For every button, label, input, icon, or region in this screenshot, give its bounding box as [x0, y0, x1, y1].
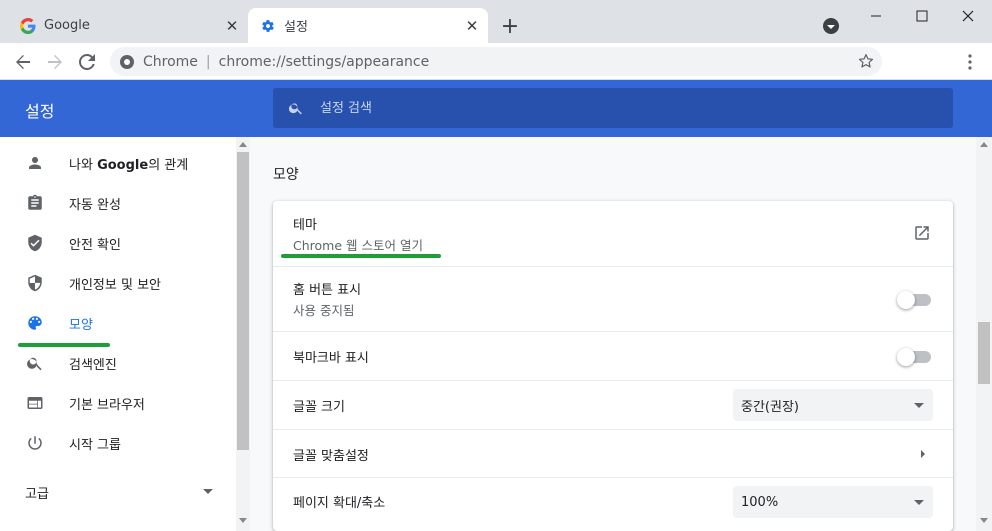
palette-icon [25, 313, 45, 333]
dropdown-arrow-icon [914, 403, 924, 408]
person-icon [25, 153, 45, 173]
page-title: 설정 [25, 102, 55, 121]
chrome-site-icon [120, 54, 134, 69]
sidebar-scrollbar[interactable] [236, 137, 250, 531]
close-tab-icon[interactable]: ✕ [222, 16, 242, 36]
customize-fonts-row[interactable]: 글꼴 맞춤설정 [273, 430, 953, 478]
sidebar-item-label: 안전 확인 [69, 237, 121, 253]
sidebar-item-label: 기본 브라우저 [69, 397, 145, 413]
scroll-up-icon[interactable] [239, 142, 247, 147]
sidebar-item-safety-check[interactable]: 안전 확인 [0, 223, 236, 263]
sidebar: 나와 Google의 관계 자동 완성 안전 확인 개인정보 및 보안 모양 검… [0, 137, 236, 531]
sidebar-item-default-browser[interactable]: 기본 브라우저 [0, 383, 236, 423]
section-title: 모양 [273, 167, 299, 183]
back-icon[interactable] [10, 49, 36, 75]
sidebar-item-privacy[interactable]: 개인정보 및 보안 [0, 263, 236, 303]
url-separator: | [205, 53, 211, 70]
tab-strip: Google ✕ 설정 ✕ + [0, 0, 992, 43]
page-zoom-label: 페이지 확대/축소 [293, 496, 386, 511]
settings-search[interactable] [273, 88, 953, 128]
reload-icon[interactable] [74, 49, 100, 75]
advanced-label: 고급 [25, 486, 49, 502]
main-scrollbar[interactable] [976, 137, 992, 531]
search-icon [286, 98, 306, 118]
shield-half-icon [25, 273, 45, 293]
sidebar-item-label: 나와 Google의 관계 [69, 157, 189, 173]
bookmarks-bar-toggle[interactable] [897, 348, 931, 366]
theme-label: 테마 [293, 218, 317, 233]
forward-icon[interactable] [42, 49, 68, 75]
url-text: chrome://settings/appearance [218, 53, 430, 70]
gear-icon [260, 18, 276, 34]
tab-title: 설정 [284, 20, 308, 35]
font-size-select[interactable]: 중간(권장) [733, 389, 933, 421]
main-content: 모양 테마 Chrome 웹 스토어 열기 홈 버튼 표시 사용 중지됨 북마크… [250, 137, 976, 531]
sidebar-item-label: 시작 그룹 [69, 437, 121, 453]
page-zoom-value: 100% [741, 494, 779, 510]
customize-fonts-label: 글꼴 맞춤설정 [293, 449, 369, 464]
sidebar-item-autofill[interactable]: 자동 완성 [0, 183, 236, 223]
shield-check-icon [25, 233, 45, 253]
sidebar-item-label: 개인정보 및 보안 [69, 277, 161, 293]
home-button-row[interactable]: 홈 버튼 표시 사용 중지됨 [273, 267, 953, 332]
scrollbar-thumb[interactable] [978, 322, 990, 384]
scrollbar-thumb[interactable] [237, 152, 249, 450]
page-zoom-select[interactable]: 100% [733, 486, 933, 518]
browser-icon [25, 393, 45, 413]
font-size-value: 중간(권장) [741, 399, 799, 415]
tab-settings[interactable]: 설정 ✕ [248, 8, 488, 43]
sidebar-item-you-and-google[interactable]: 나와 Google의 관계 [0, 143, 236, 183]
sidebar-item-label: 모양 [69, 317, 93, 333]
google-icon [20, 17, 36, 34]
home-button-label: 홈 버튼 표시 [293, 283, 362, 298]
theme-sublabel: Chrome 웹 스토어 열기 [293, 238, 423, 253]
appearance-card: 테마 Chrome 웹 스토어 열기 홈 버튼 표시 사용 중지됨 북마크바 표… [273, 201, 953, 531]
toolbar: Chrome | chrome://settings/appearance [0, 43, 992, 80]
sidebar-item-search-engine[interactable]: 검색엔진 [0, 343, 236, 383]
font-size-label: 글꼴 크기 [293, 400, 345, 415]
font-size-row: 글꼴 크기 중간(권장) [273, 381, 953, 430]
close-window-icon[interactable] [956, 4, 980, 28]
dropdown-arrow-icon [914, 500, 924, 505]
close-tab-icon[interactable]: ✕ [462, 16, 482, 36]
page-zoom-row: 페이지 확대/축소 100% [273, 478, 953, 531]
more-menu-icon[interactable] [960, 51, 980, 73]
scroll-up-icon[interactable] [980, 142, 988, 147]
tab-title: Google [44, 18, 90, 33]
scroll-down-icon[interactable] [239, 518, 247, 523]
chevron-down-icon [203, 489, 213, 494]
home-button-sublabel: 사용 중지됨 [293, 303, 355, 318]
open-in-new-icon[interactable] [913, 224, 933, 244]
scroll-down-icon[interactable] [980, 518, 988, 523]
chevron-right-icon [921, 450, 925, 458]
minimize-icon[interactable] [864, 4, 888, 28]
tab-search-icon[interactable] [823, 18, 839, 34]
sidebar-item-label: 검색엔진 [69, 357, 117, 373]
bookmarks-bar-label: 북마크바 표시 [293, 351, 369, 366]
sidebar-item-on-startup[interactable]: 시작 그룹 [0, 423, 236, 463]
tab-google[interactable]: Google ✕ [8, 8, 248, 43]
power-icon [25, 433, 45, 453]
annotation-underline [281, 254, 441, 258]
maximize-icon[interactable] [910, 4, 934, 28]
home-button-toggle[interactable] [897, 291, 931, 309]
bookmarks-bar-row[interactable]: 북마크바 표시 [273, 332, 953, 381]
theme-row[interactable]: 테마 Chrome 웹 스토어 열기 [273, 201, 953, 267]
search-icon [25, 353, 45, 373]
bookmark-star-icon[interactable] [858, 53, 874, 69]
sidebar-advanced[interactable]: 고급 [0, 472, 236, 512]
clipboard-icon [25, 193, 45, 213]
sidebar-item-label: 자동 완성 [69, 197, 121, 213]
site-name: Chrome [143, 53, 198, 70]
search-input[interactable] [320, 100, 880, 116]
settings-header: 설정 [0, 80, 992, 137]
address-bar[interactable]: Chrome | chrome://settings/appearance [110, 47, 882, 76]
sidebar-item-appearance[interactable]: 모양 [0, 303, 236, 343]
new-tab-button[interactable]: + [498, 14, 522, 39]
